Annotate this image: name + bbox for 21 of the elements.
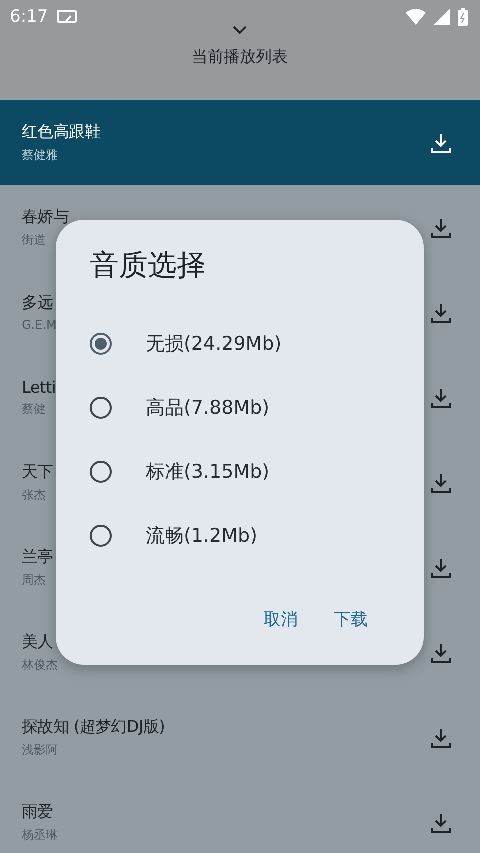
song-artist: 街道 <box>22 232 46 248</box>
song-title: 美人 <box>22 632 54 652</box>
song-title: 天下 <box>22 462 54 482</box>
song-title: 雨爱 <box>22 802 54 822</box>
song-title: 红色高跟鞋 <box>22 122 101 142</box>
song-artist: 周杰 <box>22 572 46 588</box>
song-title: 兰亭 <box>22 546 54 568</box>
song-artist: 蔡健 <box>22 400 46 418</box>
song-title: 春娇与 <box>22 206 70 228</box>
song-artist: 林俊杰 <box>22 656 58 674</box>
playlist-title: 当前播放列表 <box>192 47 288 68</box>
song-title: Letti <box>22 378 56 396</box>
song-title: 多远 <box>22 293 54 314</box>
song-artist: 杨丞琳 <box>22 826 58 844</box>
song-artist: 张杰 <box>22 486 46 504</box>
song-artist: 浅影阿 <box>22 742 58 758</box>
song-title: 探故知 (超梦幻DJ版) <box>22 716 166 738</box>
dialog-title: 音质选择 <box>90 247 206 284</box>
song-artist: G.E.M <box>22 318 57 332</box>
clock: 6:17 <box>10 7 48 27</box>
song-artist: 蔡健雅 <box>22 146 58 164</box>
